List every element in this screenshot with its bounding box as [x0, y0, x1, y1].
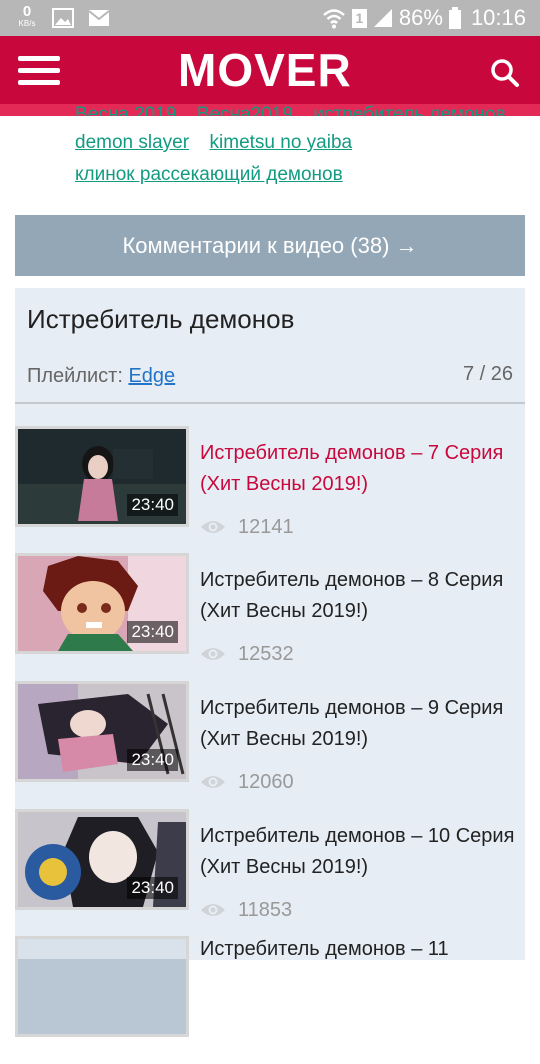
clock: 10:16	[470, 5, 526, 30]
image-icon	[52, 8, 74, 28]
playlist-title: Истребитель демонов	[27, 304, 295, 334]
eye-icon	[201, 521, 225, 533]
tag-row: demon slayer kimetsu no yaiba	[75, 132, 368, 154]
playlist-panel: Истребитель демонов Плейлист: Edge 7 / 2…	[15, 288, 525, 1037]
video-title[interactable]: Истребитель демонов – 9 Серия (Хит Весны…	[200, 693, 528, 755]
tag-link[interactable]: kimetsu no yaiba	[210, 132, 353, 153]
view-count-value: 12532	[238, 642, 294, 665]
network-speed-unit: KB/s	[18, 19, 36, 28]
playlist-item[interactable]: 23:40 Истребитель демонов – 8 Серия (Хит…	[15, 553, 525, 681]
mail-icon	[88, 10, 110, 26]
signal-icon	[373, 9, 392, 27]
view-count-value: 11853	[238, 898, 293, 921]
status-bar: 0 KB/s 1 86% 10:16	[0, 0, 540, 36]
playlist-label: Плейлист:	[27, 365, 123, 387]
view-count-value: 12141	[238, 515, 294, 538]
view-count: 12060	[200, 767, 294, 797]
playlist-counter: 7 / 26	[462, 363, 513, 385]
tag-row: клинок рассекающий демонов	[75, 164, 359, 186]
view-count-value: 12060	[238, 770, 294, 793]
search-icon[interactable]	[490, 58, 520, 88]
wifi-icon	[323, 9, 345, 29]
view-count: 12141	[200, 512, 294, 542]
thumbnail-image	[18, 939, 186, 1034]
sim-slot-badge: 1	[351, 8, 367, 28]
playlist-item[interactable]: 23:40 Истребитель демонов – 7 Серия (Хит…	[15, 426, 525, 554]
video-title[interactable]: Истребитель демонов – 10 Серия (Хит Весн…	[200, 821, 528, 883]
tag-link[interactable]: истребитель демонов	[313, 104, 505, 116]
site-logo[interactable]: MOVER	[178, 46, 352, 94]
playlist-item[interactable]: 23:40 Истребитель демонов – 10 Серия (Хи…	[15, 809, 525, 937]
playlist-name-link[interactable]: Edge	[128, 365, 175, 387]
tag-link[interactable]: клинок рассекающий демонов	[75, 164, 343, 185]
eye-icon	[201, 904, 225, 916]
video-duration: 23:40	[127, 877, 178, 899]
network-speed-value: 0	[22, 3, 32, 20]
eye-icon	[201, 776, 225, 788]
video-title[interactable]: Истребитель демонов – 11	[200, 934, 528, 965]
eye-icon	[201, 648, 225, 660]
hamburger-line	[18, 68, 60, 73]
tag-link[interactable]: Весна2019	[197, 104, 293, 116]
video-thumbnail: 23:40	[15, 681, 189, 782]
video-thumbnail	[15, 936, 189, 1037]
battery-percent: 86%	[398, 5, 443, 30]
video-duration: 23:40	[127, 621, 178, 643]
video-title[interactable]: Истребитель демонов – 8 Серия (Хит Весны…	[200, 565, 528, 627]
video-thumbnail: 23:40	[15, 809, 189, 910]
tag-row-clipped: Весна 2019 Весна2019 истребитель демонов	[75, 104, 522, 116]
playlist-label-row: Плейлист: Edge	[27, 365, 175, 388]
tag-link[interactable]: Весна 2019	[75, 104, 176, 116]
comments-button[interactable]: Комментарии к видео (38) →	[15, 215, 525, 276]
hamburger-line	[18, 80, 60, 85]
app-header: MOVER	[0, 36, 540, 104]
video-thumbnail: 23:40	[15, 426, 189, 527]
hamburger-menu-icon	[18, 56, 60, 61]
menu-button[interactable]	[18, 56, 60, 86]
battery-icon	[448, 7, 461, 29]
video-duration: 23:40	[127, 494, 178, 516]
playlist-item[interactable]: Истребитель демонов – 11	[15, 936, 525, 1064]
tag-link[interactable]: demon slayer	[75, 132, 189, 153]
network-speed: 0 KB/s	[14, 4, 40, 28]
playlist-item[interactable]: 23:40 Истребитель демонов – 9 Серия (Хит…	[15, 681, 525, 809]
view-count: 11853	[200, 895, 292, 925]
video-thumbnail: 23:40	[15, 553, 189, 654]
video-title[interactable]: Истребитель демонов – 7 Серия (Хит Весны…	[200, 438, 528, 500]
divider	[15, 402, 525, 404]
view-count: 12532	[200, 639, 294, 669]
video-duration: 23:40	[127, 749, 178, 771]
